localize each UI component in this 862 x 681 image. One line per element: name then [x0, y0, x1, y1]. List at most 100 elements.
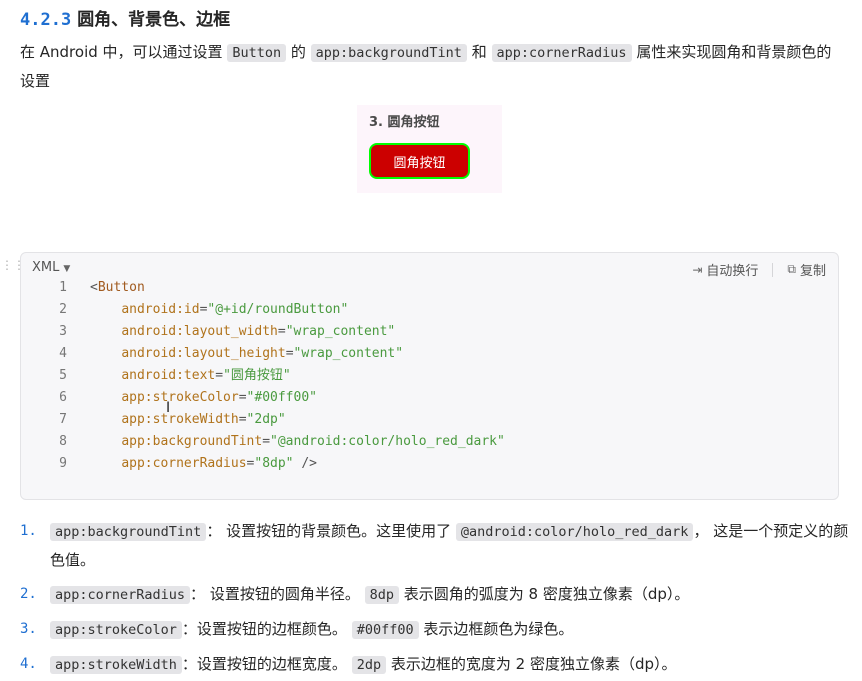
intro-paragraph: 在 Android 中，可以通过设置 Button 的 app:backgrou… — [20, 38, 840, 95]
code-token: = — [285, 346, 294, 361]
code-token: = — [215, 368, 224, 383]
line-number: 8 — [59, 434, 67, 449]
word-wrap-button[interactable]: ⇥ 自动换行 — [692, 260, 759, 280]
list-number: 3. — [20, 621, 37, 637]
code-token: "2dp" — [246, 412, 286, 427]
list-number: 2. — [20, 586, 37, 602]
list-item: 4. app:strokeWidth ：设置按钮的边框宽度。 2dp 表示边框的宽度… — [20, 650, 850, 679]
code-token: app:cornerRadius — [121, 456, 247, 471]
list-item: 2. app:cornerRadius： 设置按钮的圆角半径。 8dp 表示圆角的… — [20, 580, 850, 609]
code-token: = — [238, 390, 247, 405]
list-item: 1. app:backgroundTint： 设置按钮的背景颜色。这里使用了 @a… — [20, 517, 850, 574]
inline-code: @android:color/holo_red_dark — [455, 523, 694, 541]
line-number: 9 — [59, 456, 67, 471]
list-text: 表示圆角的弧度为 8 密度独立像素（dp）。 — [398, 585, 690, 603]
line-source: <Button — [90, 277, 145, 299]
line-number: 7 — [59, 412, 67, 427]
section-heading: 4.2.3 圆角、背景色、边框 — [20, 5, 230, 30]
preview-title: 3. 圆角按钮 — [369, 115, 440, 130]
line-source: app:cornerRadius="8dp" /> — [90, 453, 317, 475]
code-token: android:layout_height — [121, 346, 286, 361]
list-text: ： 设置按钮的背景颜色。这里使用了 — [206, 522, 456, 540]
list-text: ：设置按钮的边框颜色。 — [181, 620, 352, 638]
list-body: app:backgroundTint： 设置按钮的背景颜色。这里使用了 @and… — [50, 517, 850, 574]
line-source: android:id="@+id/roundButton" — [90, 299, 348, 321]
inline-code: app:backgroundTint — [50, 523, 207, 541]
line-number: 4 — [59, 346, 67, 361]
code-token: < — [90, 280, 98, 295]
list-body: app:strokeColor ：设置按钮的边框颜色。 #00ff00 表示边框颜… — [50, 615, 850, 644]
line-source: android:layout_height="wrap_content" — [90, 343, 403, 365]
code-token: = — [262, 434, 271, 449]
inline-code: 8dp — [364, 586, 399, 604]
inline-code: 2dp — [351, 656, 387, 674]
line-source: app:backgroundTint="@android:color/holo_… — [90, 431, 505, 453]
copy-icon: ⧉ — [787, 262, 796, 276]
word-wrap-label: 自动换行 — [706, 264, 759, 279]
code-actions: ⇥ 自动换行 ⧉ 复制 — [692, 260, 826, 279]
intro-text-1: 在 Android 中，可以通过设置 — [20, 43, 228, 61]
code-token: android:text — [121, 368, 216, 383]
section-title: 圆角、背景色、边框 — [77, 10, 231, 30]
button-preview-image: 3. 圆角按钮 圆角按钮 — [357, 105, 502, 193]
code-token: "@+id/roundButton" — [207, 302, 349, 317]
line-source: app:strokeColor="#00ff00" — [90, 387, 317, 409]
code-token: "@android:color/holo_red_dark" — [270, 434, 505, 449]
list-text: 表示边框颜色为绿色。 — [418, 620, 574, 638]
chevron-down-icon: ▼ — [63, 264, 71, 274]
code-token: android:layout_width — [121, 324, 278, 339]
language-selector[interactable]: XML ▼ — [32, 260, 70, 275]
code-token: = — [277, 324, 286, 339]
code-token: android:id — [121, 302, 200, 317]
inline-code: #00ff00 — [351, 621, 419, 639]
code-token: app:strokeColor — [121, 390, 239, 405]
inline-code: app:strokeColor — [50, 621, 182, 639]
code-token: app:backgroundTint — [121, 434, 263, 449]
wrap-icon: ⇥ — [692, 262, 703, 277]
round-button-preview: 圆角按钮 — [369, 143, 470, 179]
code-token: = — [238, 412, 247, 427]
code-block: XML ▼ ⇥ 自动换行 ⧉ 复制 1 <Button 2 android:id="@+i… — [20, 252, 839, 500]
code-token: "#00ff00" — [246, 390, 317, 405]
inline-code-button: Button — [227, 44, 287, 62]
code-token: Button — [97, 280, 145, 295]
code-token: "wrap_content" — [293, 346, 404, 361]
section-number: 4.2.3 — [20, 10, 72, 30]
copy-label: 复制 — [799, 264, 826, 279]
intro-text-2: 的 — [286, 43, 311, 61]
inline-code: app:cornerRadius — [50, 586, 191, 604]
code-token: "8dp" — [254, 456, 294, 471]
inline-code-corner-radius: app:cornerRadius — [491, 44, 632, 62]
line-number: 6 — [59, 390, 67, 405]
list-text: ：设置按钮的边框宽度。 — [181, 655, 352, 673]
list-text: 表示边框的宽度为 2 密度独立像素（dp）。 — [386, 655, 677, 673]
line-number: 3 — [59, 324, 67, 339]
copy-button[interactable]: ⧉ 复制 — [787, 260, 826, 279]
text-cursor-icon: I — [166, 400, 171, 416]
code-token: "wrap_content" — [285, 324, 396, 339]
line-source: app:strokeWidth="2dp" — [90, 409, 286, 431]
list-number: 4. — [20, 656, 37, 672]
list-number: 1. — [20, 523, 37, 539]
inline-code-background-tint: app:backgroundTint — [310, 44, 467, 62]
line-source: android:text="圆角按钮" — [90, 365, 290, 387]
list-body: app:strokeWidth ：设置按钮的边框宽度。 2dp 表示边框的宽度为 … — [50, 650, 850, 679]
action-divider — [772, 262, 774, 277]
list-text: ： 设置按钮的圆角半径。 — [190, 585, 365, 603]
line-number: 1 — [59, 280, 67, 295]
language-label: XML — [32, 260, 60, 275]
code-token: app:strokeWidth — [121, 412, 239, 427]
list-body: app:cornerRadius： 设置按钮的圆角半径。 8dp 表示圆角的弧度… — [50, 580, 850, 609]
intro-text-3: 和 — [466, 43, 492, 61]
line-number: 5 — [59, 368, 67, 383]
line-source: android:layout_width="wrap_content" — [90, 321, 395, 343]
inline-code: app:strokeWidth — [50, 656, 182, 674]
